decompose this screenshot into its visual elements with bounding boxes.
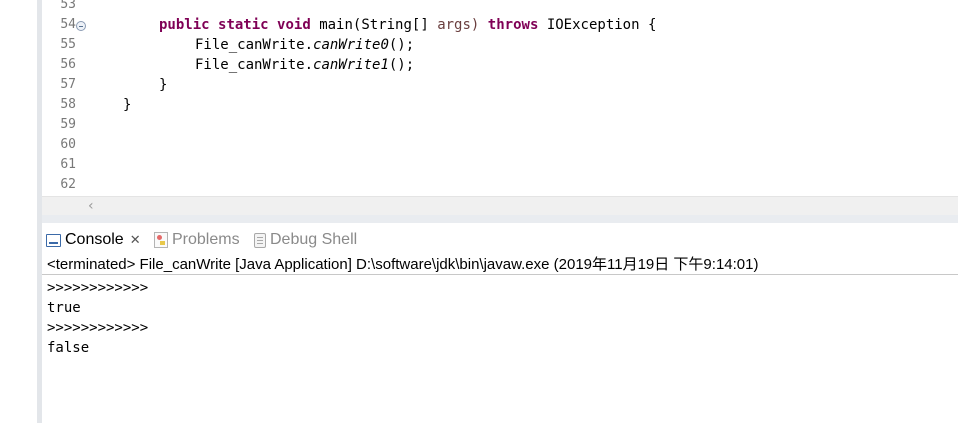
fold-collapse-icon[interactable] (76, 21, 86, 31)
scroll-left-arrow-icon[interactable]: ‹ (88, 198, 94, 214)
problems-icon (154, 232, 168, 248)
code-line-main-signature: public static void main(String[] args) t… (159, 15, 656, 35)
left-workbench-border (0, 0, 42, 423)
receiver: File_canWrite. (195, 57, 314, 73)
tab-problems-label: Problems (172, 231, 240, 248)
console-icon (46, 233, 61, 247)
code-line-close-class: } (123, 97, 132, 113)
close-icon[interactable]: ✕ (130, 232, 141, 248)
parameter-name: args) (437, 17, 480, 33)
code-editor[interactable]: 53 54 55 56 57 58 59 60 61 62 public sta… (42, 0, 958, 196)
keyword: void (277, 17, 311, 33)
method-signature: main(String[] (319, 17, 429, 33)
tab-console[interactable]: Console ✕ (46, 227, 147, 253)
keyword: throws (487, 17, 539, 33)
tab-console-label: Console (65, 231, 124, 248)
receiver: File_canWrite. (195, 37, 314, 53)
bottom-panel-tab-bar: Console ✕ Problems Debug Shell (42, 223, 958, 256)
line-number: 55 (60, 37, 76, 52)
console-output-area[interactable]: >>>>>>>>>>>> true >>>>>>>>>>>> false (42, 278, 958, 423)
line-number: 58 (60, 97, 76, 112)
console-output-line: >>>>>>>>>>>> (47, 320, 149, 336)
console-output-line: true (47, 300, 81, 316)
static-method-call: canWrite0 (313, 37, 389, 53)
keyword: static (218, 17, 269, 33)
call-tail: (); (388, 57, 415, 73)
console-output-line: false (47, 340, 90, 356)
line-number-gutter: 53 54 55 56 57 58 59 60 61 62 (42, 0, 86, 196)
line-number: 57 (60, 77, 76, 92)
code-text-area[interactable]: public static void main(String[] args) t… (86, 0, 958, 196)
code-line-call-canwrite0: File_canWrite.canWrite0(); (195, 35, 414, 55)
tab-debug-shell-label: Debug Shell (270, 231, 358, 248)
tab-problems[interactable]: Problems (154, 227, 240, 253)
editor-console-sash[interactable] (42, 215, 958, 223)
call-tail: (); (388, 37, 415, 53)
line-number: 62 (60, 177, 76, 192)
console-output-line: >>>>>>>>>>>> (47, 280, 149, 296)
debug-shell-icon (254, 232, 266, 248)
keyword: public (159, 17, 210, 33)
code-line-call-canwrite1: File_canWrite.canWrite1(); (195, 55, 414, 75)
console-process-status: <terminated> File_canWrite [Java Applica… (42, 255, 958, 275)
line-number: 59 (60, 117, 76, 132)
line-number: 60 (60, 137, 76, 152)
line-number: 61 (60, 157, 76, 172)
static-method-call: canWrite1 (313, 57, 389, 73)
line-number: 53 (60, 0, 76, 12)
editor-horizontal-scrollbar[interactable]: ‹ (42, 196, 958, 215)
exception-type: IOException { (546, 17, 657, 33)
tab-debug-shell[interactable]: Debug Shell (254, 227, 357, 253)
line-number: 54 (60, 17, 76, 32)
line-number: 56 (60, 57, 76, 72)
code-line-close-method: } (159, 77, 168, 93)
